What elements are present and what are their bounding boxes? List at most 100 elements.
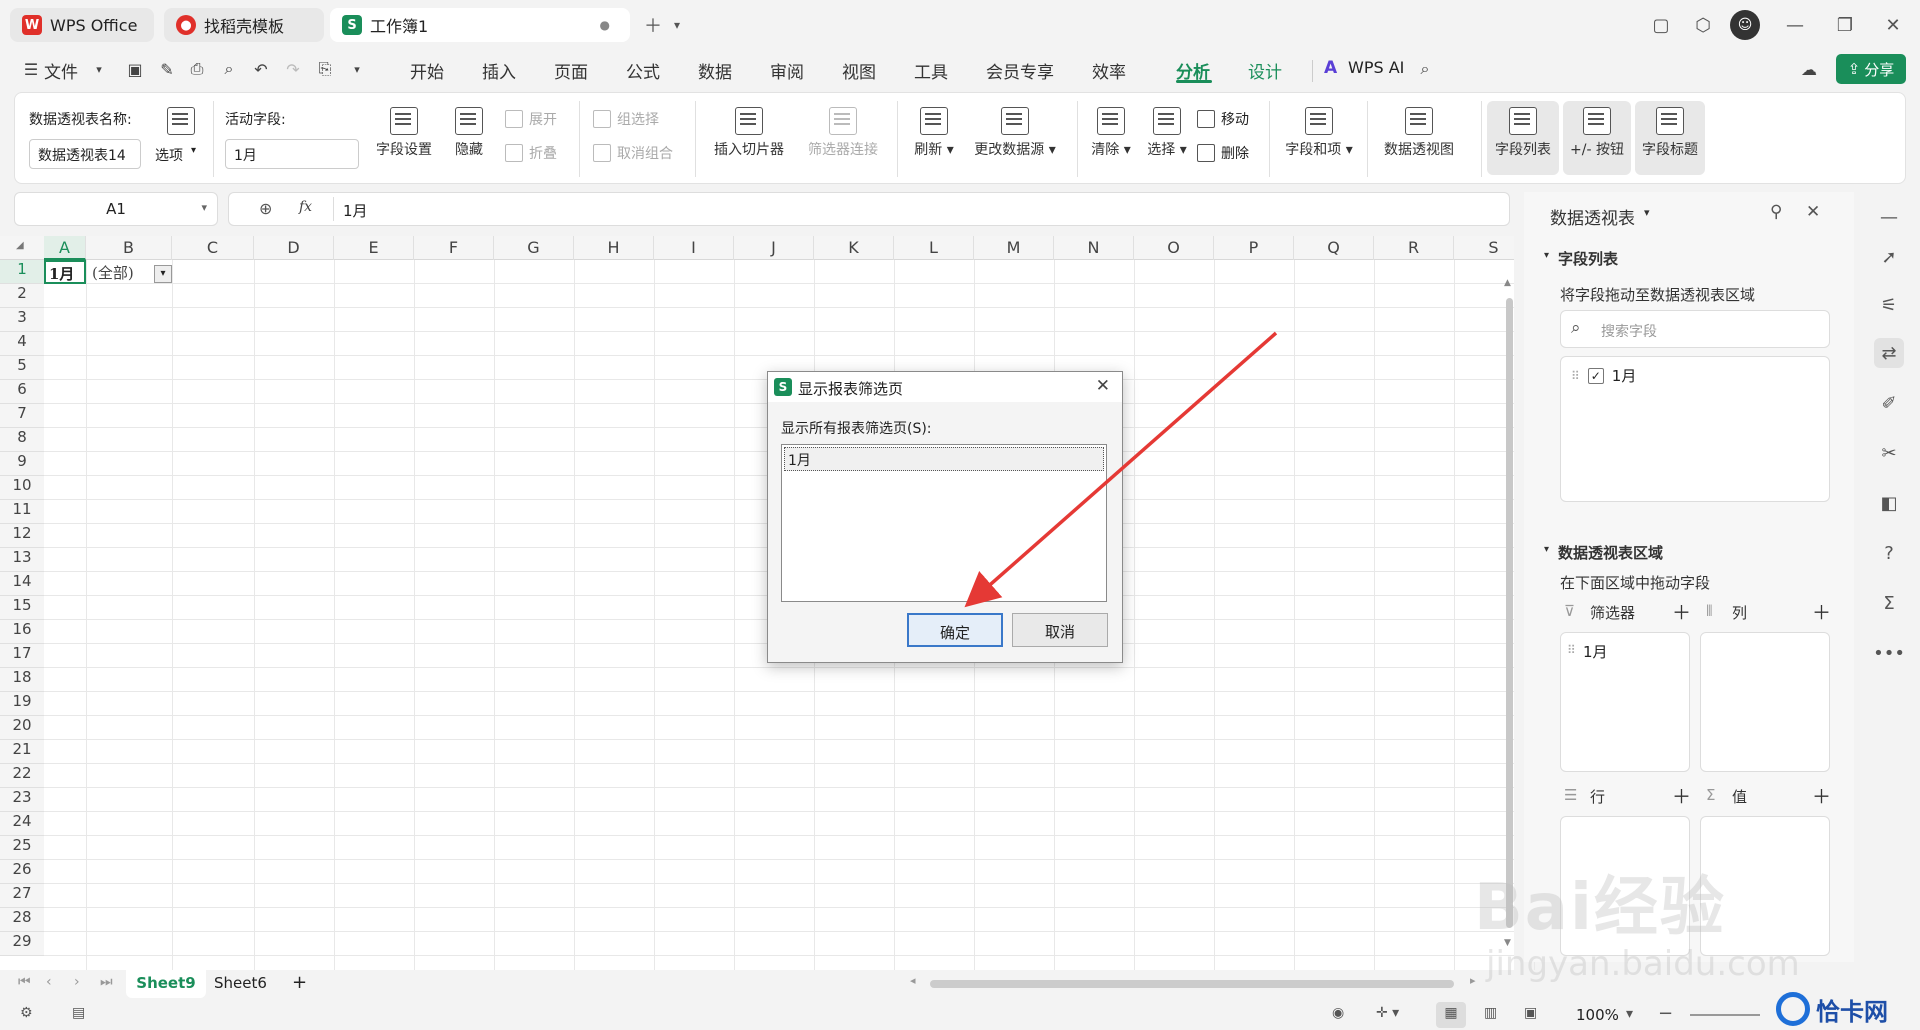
row-header-13[interactable]: 13 xyxy=(0,548,44,572)
page-layout-view-icon[interactable]: ▥ xyxy=(1484,1005,1497,1021)
column-header-n[interactable]: N xyxy=(1054,236,1134,260)
menu-member[interactable]: 会员专享 xyxy=(986,58,1054,83)
column-header-c[interactable]: C xyxy=(172,236,254,260)
list-item[interactable]: 1月 xyxy=(784,447,1104,471)
row-header-20[interactable]: 20 xyxy=(0,716,44,740)
drag-handle-icon[interactable]: ⠿ xyxy=(1571,369,1580,383)
export-icon[interactable]: ⎘ xyxy=(314,58,336,80)
chevron-down-icon[interactable]: ▾ xyxy=(1626,1006,1633,1022)
zoom-out-icon[interactable]: − xyxy=(1658,1003,1673,1024)
close-icon[interactable]: ✕ xyxy=(1096,376,1110,396)
search-input[interactable]: 搜索字段 xyxy=(1601,321,1657,341)
tab-wps-office[interactable]: W WPS Office xyxy=(10,8,154,42)
add-value-icon[interactable]: ＋ xyxy=(1812,782,1831,809)
column-header-e[interactable]: E xyxy=(334,236,414,260)
add-column-icon[interactable]: ＋ xyxy=(1812,598,1831,625)
minimize-icon[interactable]: — xyxy=(1780,10,1810,40)
filter-area-item[interactable]: 1月 xyxy=(1583,641,1608,662)
row-header-12[interactable]: 12 xyxy=(0,524,44,548)
print-icon[interactable]: ⎙ xyxy=(186,58,208,80)
add-row-icon[interactable]: ＋ xyxy=(1672,782,1691,809)
ok-button[interactable]: 确定 xyxy=(907,613,1003,647)
cancel-button[interactable]: 取消 xyxy=(1012,613,1108,647)
close-window-icon[interactable]: ✕ xyxy=(1878,10,1908,40)
row-header-25[interactable]: 25 xyxy=(0,836,44,860)
menu-efficiency[interactable]: 效率 xyxy=(1092,58,1126,83)
menu-tools[interactable]: 工具 xyxy=(914,58,948,83)
cloud-upload-icon[interactable]: ☁ xyxy=(1798,58,1820,80)
column-header-m[interactable]: M xyxy=(974,236,1054,260)
group-selection-button[interactable]: 组选择 xyxy=(593,109,659,129)
select-button[interactable]: 选择 ▾ xyxy=(1141,107,1193,159)
row-header-24[interactable]: 24 xyxy=(0,812,44,836)
move-button[interactable]: 移动 xyxy=(1197,109,1249,129)
row-header-1[interactable]: 1 xyxy=(0,260,44,284)
menu-page[interactable]: 页面 xyxy=(554,58,588,83)
row-header-17[interactable]: 17 xyxy=(0,644,44,668)
column-header-d[interactable]: D xyxy=(254,236,334,260)
row-header-28[interactable]: 28 xyxy=(0,908,44,932)
row-header-3[interactable]: 3 xyxy=(0,308,44,332)
search-icon[interactable]: ⌕ xyxy=(1414,58,1436,80)
add-filter-icon[interactable]: ＋ xyxy=(1672,598,1691,625)
field-checkbox[interactable]: ✓ xyxy=(1587,367,1604,384)
fx-icon[interactable]: fx xyxy=(299,199,312,215)
pivot-name-input[interactable]: 数据透视表14 xyxy=(29,139,141,169)
cube-icon[interactable]: ⬡ xyxy=(1688,10,1718,40)
tools-icon[interactable]: ✂ xyxy=(1874,438,1904,468)
pin-icon[interactable]: ⚲ xyxy=(1770,202,1782,222)
column-header-a[interactable]: A xyxy=(44,236,86,260)
row-header-14[interactable]: 14 xyxy=(0,572,44,596)
book-icon[interactable]: ◧ xyxy=(1874,488,1904,518)
column-header-q[interactable]: Q xyxy=(1294,236,1374,260)
menu-view[interactable]: 视图 xyxy=(842,58,876,83)
column-header-f[interactable]: F xyxy=(414,236,494,260)
avatar[interactable]: ☺ xyxy=(1730,10,1760,40)
collapse-section-icon[interactable]: ▾ xyxy=(1544,544,1549,555)
tab-workbook[interactable]: S 工作簿1 ● xyxy=(330,8,630,42)
row-header-18[interactable]: 18 xyxy=(0,668,44,692)
filter-pages-listbox[interactable]: 1月 xyxy=(781,444,1107,602)
refresh-button[interactable]: 刷新 ▾ xyxy=(907,107,961,159)
pivot-pane-icon[interactable]: ⇄ xyxy=(1874,338,1904,368)
row-header-10[interactable]: 10 xyxy=(0,476,44,500)
chevron-down-icon[interactable]: ▾ xyxy=(88,58,110,80)
column-header-p[interactable]: P xyxy=(1214,236,1294,260)
menu-home[interactable]: 开始 xyxy=(410,58,444,83)
last-sheet-icon[interactable]: ⏭ xyxy=(100,974,113,990)
tab-docer[interactable]: ● 找稻壳模板 xyxy=(164,8,324,42)
zoom-formula-icon[interactable]: ⊕ xyxy=(259,199,272,218)
options-button[interactable]: 选项 xyxy=(155,145,183,165)
column-header-k[interactable]: K xyxy=(814,236,894,260)
pane-title[interactable]: 数据透视表 xyxy=(1550,204,1635,229)
row-header-26[interactable]: 26 xyxy=(0,860,44,884)
row-header-27[interactable]: 27 xyxy=(0,884,44,908)
column-header-l[interactable]: L xyxy=(894,236,974,260)
column-header-s[interactable]: S xyxy=(1454,236,1534,260)
delete-button[interactable]: 删除 xyxy=(1197,143,1249,163)
pivot-chart-button[interactable]: 数据透视图 xyxy=(1377,107,1461,159)
hamburger-icon[interactable]: ☰ xyxy=(20,58,42,80)
column-header-o[interactable]: O xyxy=(1134,236,1214,260)
expand-button[interactable]: 展开 xyxy=(505,109,557,129)
plus-minus-buttons-button[interactable]: +/- 按钮 xyxy=(1563,101,1631,175)
row-header-29[interactable]: 29 xyxy=(0,932,44,956)
layout-icon[interactable]: ▤ xyxy=(72,1005,85,1021)
change-source-button[interactable]: 更改数据源 ▾ xyxy=(965,107,1065,159)
redo-icon[interactable]: ↷ xyxy=(282,58,304,80)
chevron-down-icon[interactable]: ▾ xyxy=(201,201,207,214)
fields-items-button[interactable]: 字段和项 ▾ xyxy=(1279,107,1359,159)
eye-protection-icon[interactable]: ◉ xyxy=(1332,1005,1344,1021)
cursor-icon[interactable]: ➚ xyxy=(1874,242,1904,272)
column-header-i[interactable]: I xyxy=(654,236,734,260)
restore-icon[interactable]: ❐ xyxy=(1830,10,1860,40)
hide-button[interactable]: 隐藏 xyxy=(447,107,491,159)
row-header-2[interactable]: 2 xyxy=(0,284,44,308)
drag-handle-icon[interactable]: ⠿ xyxy=(1567,643,1576,657)
spreadsheet-grid[interactable]: ◢ ABCDEFGHIJKLMNOPQRS 1 2 3 4 5 6 7 8 9 10 11 12 13 1… xyxy=(0,236,1535,970)
filter-drop-area[interactable]: ⠿ 1月 xyxy=(1560,632,1690,772)
brush-icon[interactable]: ✐ xyxy=(1874,388,1904,418)
row-header-6[interactable]: 6 xyxy=(0,380,44,404)
formula-input[interactable]: 1月 xyxy=(343,200,368,221)
print-preview-icon[interactable]: ⌕ xyxy=(218,58,240,80)
